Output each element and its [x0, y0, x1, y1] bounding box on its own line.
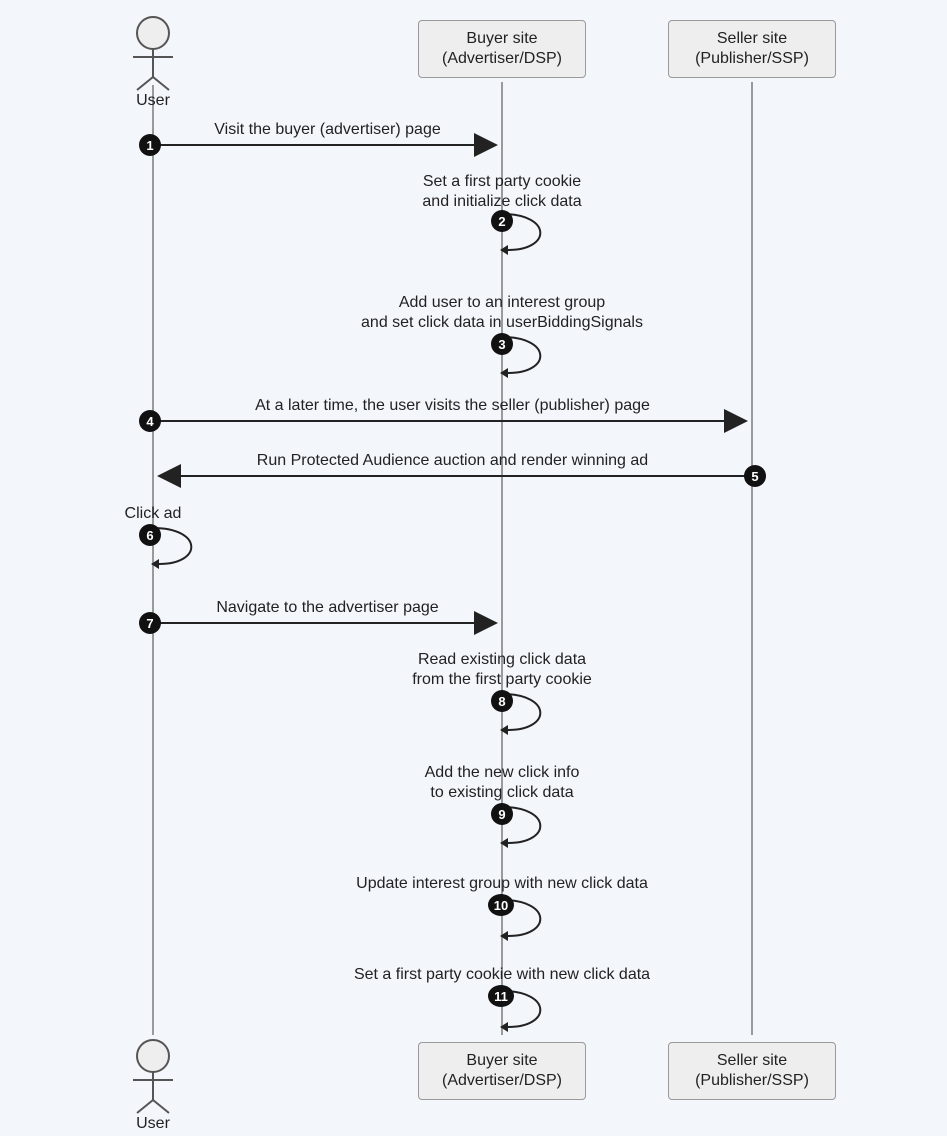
step2-badge: 2: [491, 210, 513, 232]
sequence-diagram: Buyer site (Advertiser/DSP) Seller site …: [0, 0, 947, 1136]
step3-badge: 3: [491, 333, 513, 355]
step8-badge: 8: [491, 690, 513, 712]
participant-buyer-bottom-line2: (Advertiser/DSP): [425, 1071, 579, 1091]
participant-seller-line1: Seller site: [675, 29, 829, 49]
step7-badge: 7: [139, 612, 161, 634]
step9-badge: 9: [491, 803, 513, 825]
step1-badge: 1: [139, 134, 161, 156]
step7-label: Navigate to the advertiser page: [160, 598, 495, 618]
step2-label: Set a first party cookie and initialize …: [334, 172, 670, 212]
step5-badge: 5: [744, 465, 766, 487]
step5-label: Run Protected Audience auction and rende…: [155, 451, 750, 471]
step11-badge: 11: [488, 985, 514, 1007]
participant-seller-line2: (Publisher/SSP): [675, 49, 829, 69]
participant-seller-top: Seller site (Publisher/SSP): [668, 20, 836, 78]
step4-label: At a later time, the user visits the sel…: [155, 396, 750, 416]
participant-buyer-bottom-line1: Buyer site: [425, 1051, 579, 1071]
step8-label: Read existing click data from the first …: [350, 650, 654, 690]
step1-label: Visit the buyer (advertiser) page: [160, 120, 495, 140]
participant-seller-bottom: Seller site (Publisher/SSP): [668, 1042, 836, 1100]
step9-label: Add the new click info to existing click…: [360, 763, 644, 803]
actor-user-top-label: User: [113, 92, 193, 110]
step4-badge: 4: [139, 410, 161, 432]
participant-seller-bottom-line2: (Publisher/SSP): [675, 1071, 829, 1091]
participant-buyer-top: Buyer site (Advertiser/DSP): [418, 20, 586, 78]
actor-user-bottom-label: User: [113, 1115, 193, 1133]
step6-badge: 6: [139, 524, 161, 546]
step3-label: Add user to an interest group and set cl…: [300, 293, 704, 333]
participant-buyer-bottom: Buyer site (Advertiser/DSP): [418, 1042, 586, 1100]
participant-seller-bottom-line1: Seller site: [675, 1051, 829, 1071]
step10-badge: 10: [488, 894, 514, 916]
participant-buyer-line2: (Advertiser/DSP): [425, 49, 579, 69]
step10-label: Update interest group with new click dat…: [300, 874, 704, 894]
step6-label: Click ad: [108, 504, 198, 524]
step11-label: Set a first party cookie with new click …: [300, 965, 704, 985]
participant-buyer-line1: Buyer site: [425, 29, 579, 49]
